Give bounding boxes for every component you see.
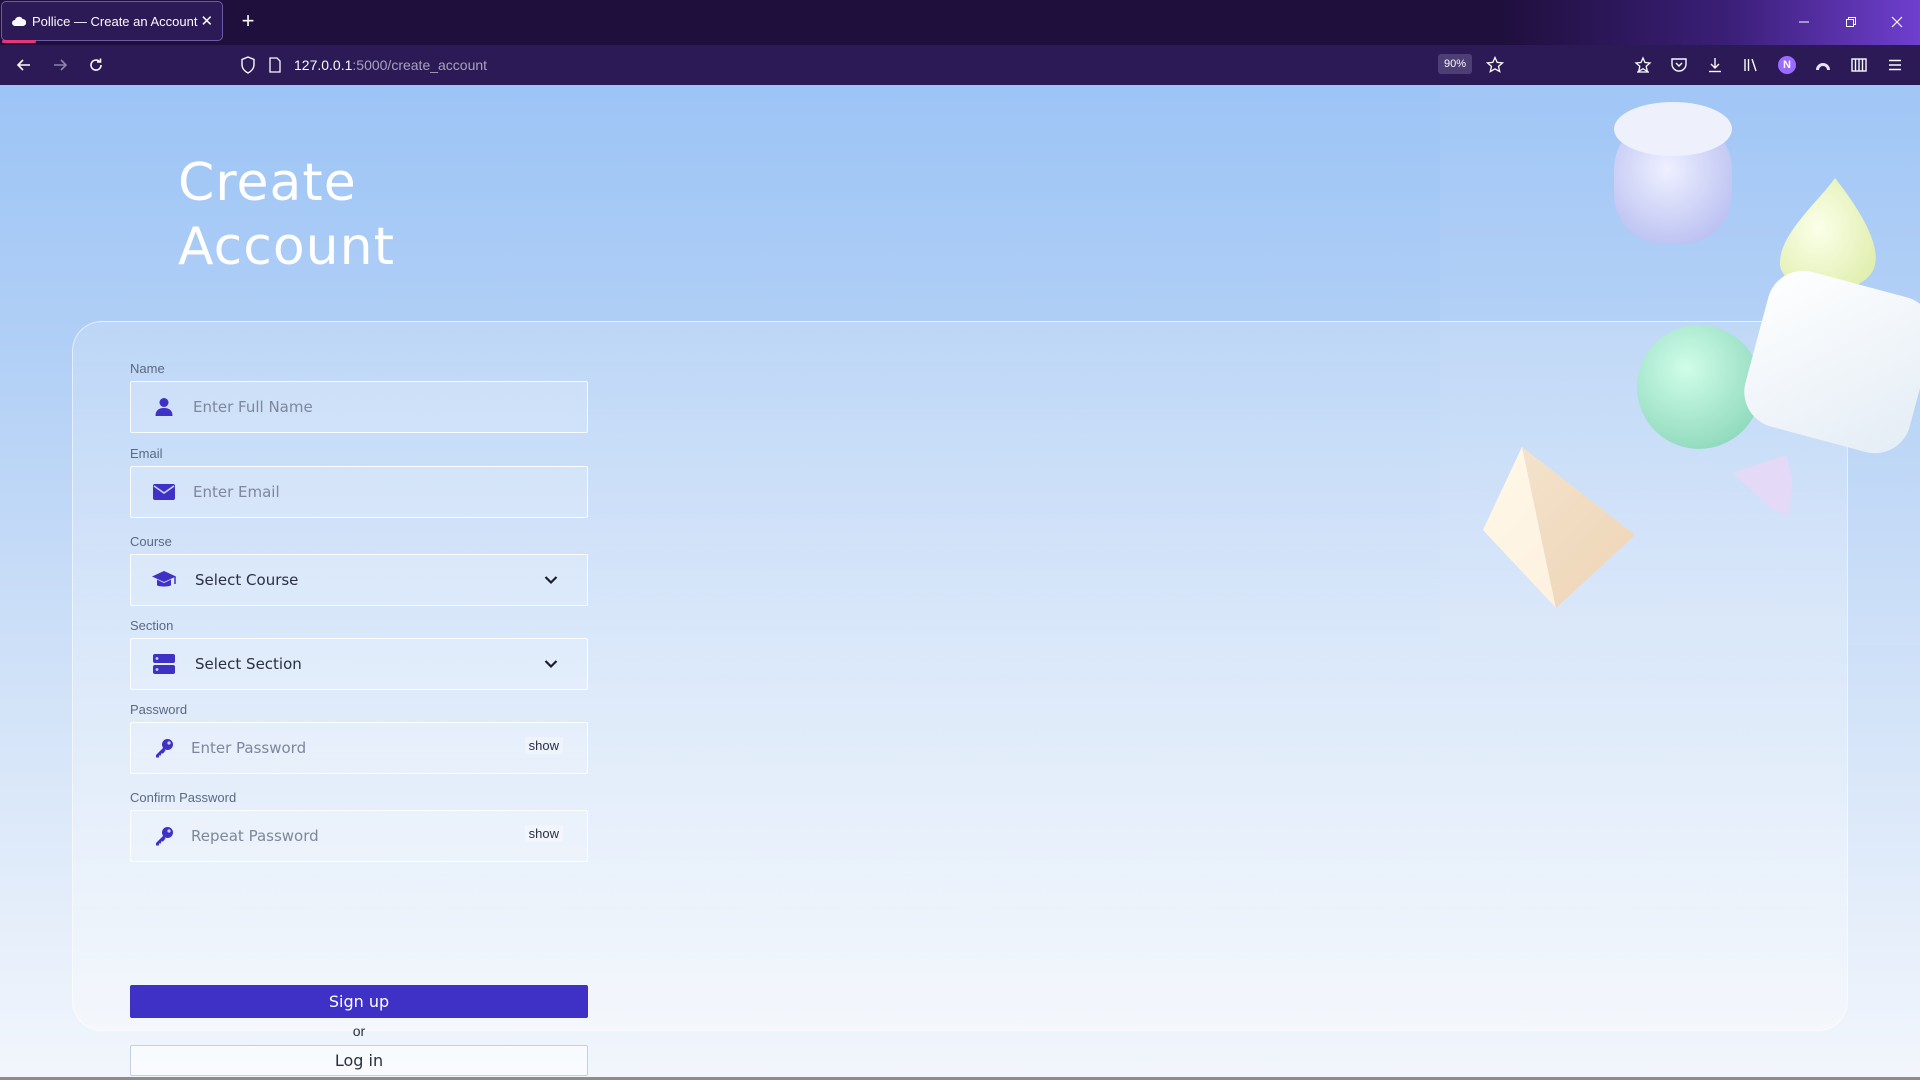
section-select-value: Select Section [195,655,302,673]
tab-title: Pollice — Create an Account [32,13,198,29]
password-label: Password [130,702,188,717]
page-title-line1: Create [178,153,357,213]
browser-tab-active[interactable]: Pollice — Create an Account ✕ [1,1,223,43]
close-window-icon[interactable] [1877,8,1917,36]
name-input[interactable] [193,398,493,416]
hamburger-menu-icon[interactable] [1881,51,1909,79]
key-icon [151,735,177,761]
chevron-down-icon[interactable] [539,652,563,676]
minimize-icon[interactable] [1784,8,1824,36]
extension-icon[interactable] [1629,51,1657,79]
section-select[interactable]: Select Section [130,638,588,690]
name-field[interactable] [130,381,588,433]
course-select-value: Select Course [195,571,299,589]
back-icon[interactable] [10,51,38,79]
signup-button[interactable]: Sign up [130,985,588,1018]
course-select[interactable]: Select Course [130,554,588,606]
chevron-down-icon[interactable] [539,568,563,592]
login-button[interactable]: Log in [130,1045,588,1076]
url-text[interactable]: 127.0.0.1:5000/create_account [294,57,487,73]
email-label: Email [130,446,163,461]
grid-extension-icon[interactable] [1845,51,1873,79]
url-path: :5000/create_account [352,57,488,73]
envelope-icon [151,479,177,505]
browser-tab-bar: Pollice — Create an Account ✕ + [0,0,1920,45]
section-label: Section [130,618,174,633]
confirm-password-label: Confirm Password [130,790,237,805]
sphere-shape [1637,325,1761,449]
page-icon [268,57,282,78]
confirm-password-show-toggle[interactable]: show [524,825,563,842]
profile-avatar[interactable]: N [1773,51,1801,79]
or-divider-text: or [352,1023,366,1039]
user-icon [151,394,177,420]
password-field[interactable]: show [130,722,588,774]
cloud-icon [12,13,26,29]
page-viewport: Create Account Name Enter Full Name Emai… [0,85,1920,1077]
bookmark-star-icon[interactable] [1485,55,1505,79]
server-icon [151,651,177,677]
name-label: Name [130,361,165,376]
page-title-line2: Account [178,217,395,277]
profile-initial: N [1778,56,1796,74]
library-icon[interactable] [1737,51,1765,79]
graduation-cap-icon [151,567,177,593]
confirm-password-field[interactable]: show [130,810,588,862]
forward-icon[interactable] [46,51,74,79]
password-input[interactable] [191,739,491,757]
email-input[interactable] [193,483,493,501]
tab-close-icon[interactable]: ✕ [197,12,216,30]
shield-icon[interactable] [240,56,256,79]
cylinder-shape [1614,102,1732,244]
url-host: 127.0.0.1 [294,57,353,73]
email-field[interactable] [130,466,588,518]
key-icon [151,823,177,849]
reload-icon[interactable] [82,51,110,79]
new-tab-button[interactable]: + [236,10,260,34]
downloads-icon[interactable] [1701,51,1729,79]
password-show-toggle[interactable]: show [524,737,563,754]
course-label: Course [130,534,172,549]
arc-extension-icon[interactable] [1809,51,1837,79]
restore-icon[interactable] [1831,8,1871,36]
zoom-level-badge[interactable]: 90% [1438,54,1473,74]
page-title: Create Account [178,151,395,279]
confirm-password-input[interactable] [191,827,491,845]
decorative-3d-shapes [1440,85,1920,645]
address-bar[interactable]: 127.0.0.1:5000/create_account 90% [234,50,1516,80]
browser-nav-bar: 127.0.0.1:5000/create_account 90% N [0,45,1920,85]
pocket-icon[interactable] [1665,51,1693,79]
